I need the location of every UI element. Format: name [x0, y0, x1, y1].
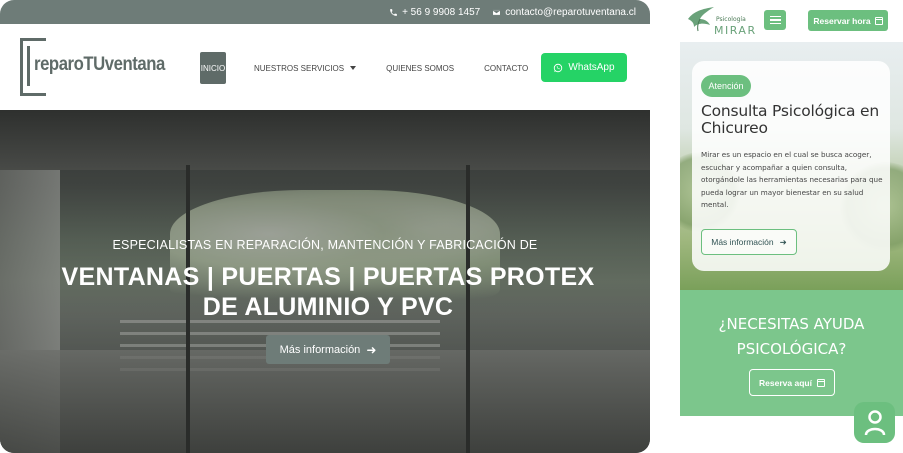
- cta-title-line: PSICOLÓGICA?: [736, 340, 847, 358]
- nav-item-contacto[interactable]: CONTACTO: [484, 64, 528, 73]
- contact-topbar: + 56 9 9908 1457 contacto@reparotuventan…: [0, 0, 650, 24]
- reparotuventana-logo[interactable]: reparoTUventana: [20, 38, 165, 96]
- arrow-right-icon: ➜: [366, 342, 377, 357]
- arrow-right-icon: ➜: [779, 236, 787, 247]
- whatsapp-icon: [554, 63, 563, 72]
- mirar-header: Psicología MIRAR Reservar hora: [680, 0, 903, 42]
- hero-floor: [0, 350, 650, 453]
- whatsapp-label: WhatsApp: [568, 62, 615, 73]
- hero-title-line: VENTANAS | PUERTAS | PUERTAS PROTEX: [61, 263, 595, 291]
- whatsapp-button[interactable]: WhatsApp: [541, 53, 627, 82]
- nav-item-servicios[interactable]: NUESTROS SERVICIOS: [254, 63, 357, 73]
- cta-title: ¿NECESITAS AYUDA PSICOLÓGICA?: [680, 312, 903, 362]
- hero-banner: ESPECIALISTAS EN REPARACIÓN, MANTENCIÓN …: [0, 110, 650, 453]
- consulta-title: Consulta Psicológica en Chicureo: [701, 102, 879, 137]
- nav-item-inicio[interactable]: INICIO: [200, 52, 226, 84]
- reservar-hora-button[interactable]: Reservar hora: [808, 10, 888, 31]
- consulta-description: Mirar es un espacio en el cual se busca …: [701, 150, 883, 209]
- reserva-aqui-button[interactable]: Reserva aquí: [749, 369, 835, 396]
- topbar-email[interactable]: contacto@reparotuventana.cl: [492, 7, 636, 18]
- hero-title: VENTANAS | PUERTAS | PUERTAS PROTEX DE A…: [0, 262, 650, 322]
- phone-icon: [390, 8, 397, 16]
- hamburger-menu-icon[interactable]: [764, 10, 786, 30]
- reserva-aqui-label: Reserva aquí: [759, 377, 812, 388]
- atencion-tag: Atención: [701, 75, 751, 97]
- ayuda-cta-section: ¿NECESITAS AYUDA PSICOLÓGICA? Reserva aq…: [680, 290, 903, 416]
- topbar-phone[interactable]: + 56 9 9908 1457: [389, 7, 480, 18]
- more-info-label: Más información: [279, 343, 361, 356]
- accessibility-button[interactable]: [854, 402, 895, 443]
- calendar-icon: [816, 378, 825, 387]
- hero-subtitle: ESPECIALISTAS EN REPARACIÓN, MANTENCIÓN …: [112, 238, 538, 252]
- hero-ceiling: [0, 110, 650, 170]
- hero-title-line: DE ALUMINIO Y PVC: [202, 293, 454, 321]
- consulta-card: Atención Consulta Psicológica en Chicure…: [692, 61, 890, 271]
- site-header: reparoTUventana INICIO NUESTROS SERVICIO…: [0, 24, 650, 110]
- psicologia-mirar-site: Psicología MIRAR Reservar hora Atención …: [680, 0, 903, 453]
- reparotuventana-site: + 56 9 9908 1457 contacto@reparotuventan…: [0, 0, 650, 453]
- mirar-logo-small: Psicología: [716, 16, 746, 23]
- screenshot-canvas: + 56 9 9908 1457 contacto@reparotuventan…: [0, 0, 903, 453]
- mirar-logo-big: MIRAR: [714, 24, 757, 37]
- more-info-button[interactable]: Más información ➜: [266, 335, 390, 364]
- email-text: contacto@reparotuventana.cl: [505, 6, 636, 18]
- person-icon: [864, 409, 885, 435]
- phone-text: + 56 9 9908 1457: [402, 6, 481, 18]
- cta-title-line: ¿NECESITAS AYUDA: [718, 315, 865, 333]
- reservar-hora-label: Reservar hora: [813, 15, 871, 26]
- nav-item-label: NUESTROS SERVICIOS: [254, 63, 345, 73]
- calendar-icon: [874, 16, 883, 25]
- mirar-hero: Atención Consulta Psicológica en Chicure…: [680, 42, 903, 290]
- main-nav: INICIO NUESTROS SERVICIOS QUIENES SOMOS …: [200, 52, 528, 84]
- hummingbird-icon: [688, 7, 714, 32]
- envelope-icon: [492, 9, 501, 15]
- mirar-logo[interactable]: Psicología MIRAR: [686, 3, 756, 39]
- mas-informacion-button[interactable]: Más información ➜: [701, 229, 797, 255]
- nav-item-quienes-somos[interactable]: QUIENES SOMOS: [386, 64, 454, 73]
- mas-informacion-label: Más información: [711, 237, 774, 247]
- chevron-down-icon: [350, 66, 357, 70]
- logo-text: reparoTUventana: [34, 54, 165, 75]
